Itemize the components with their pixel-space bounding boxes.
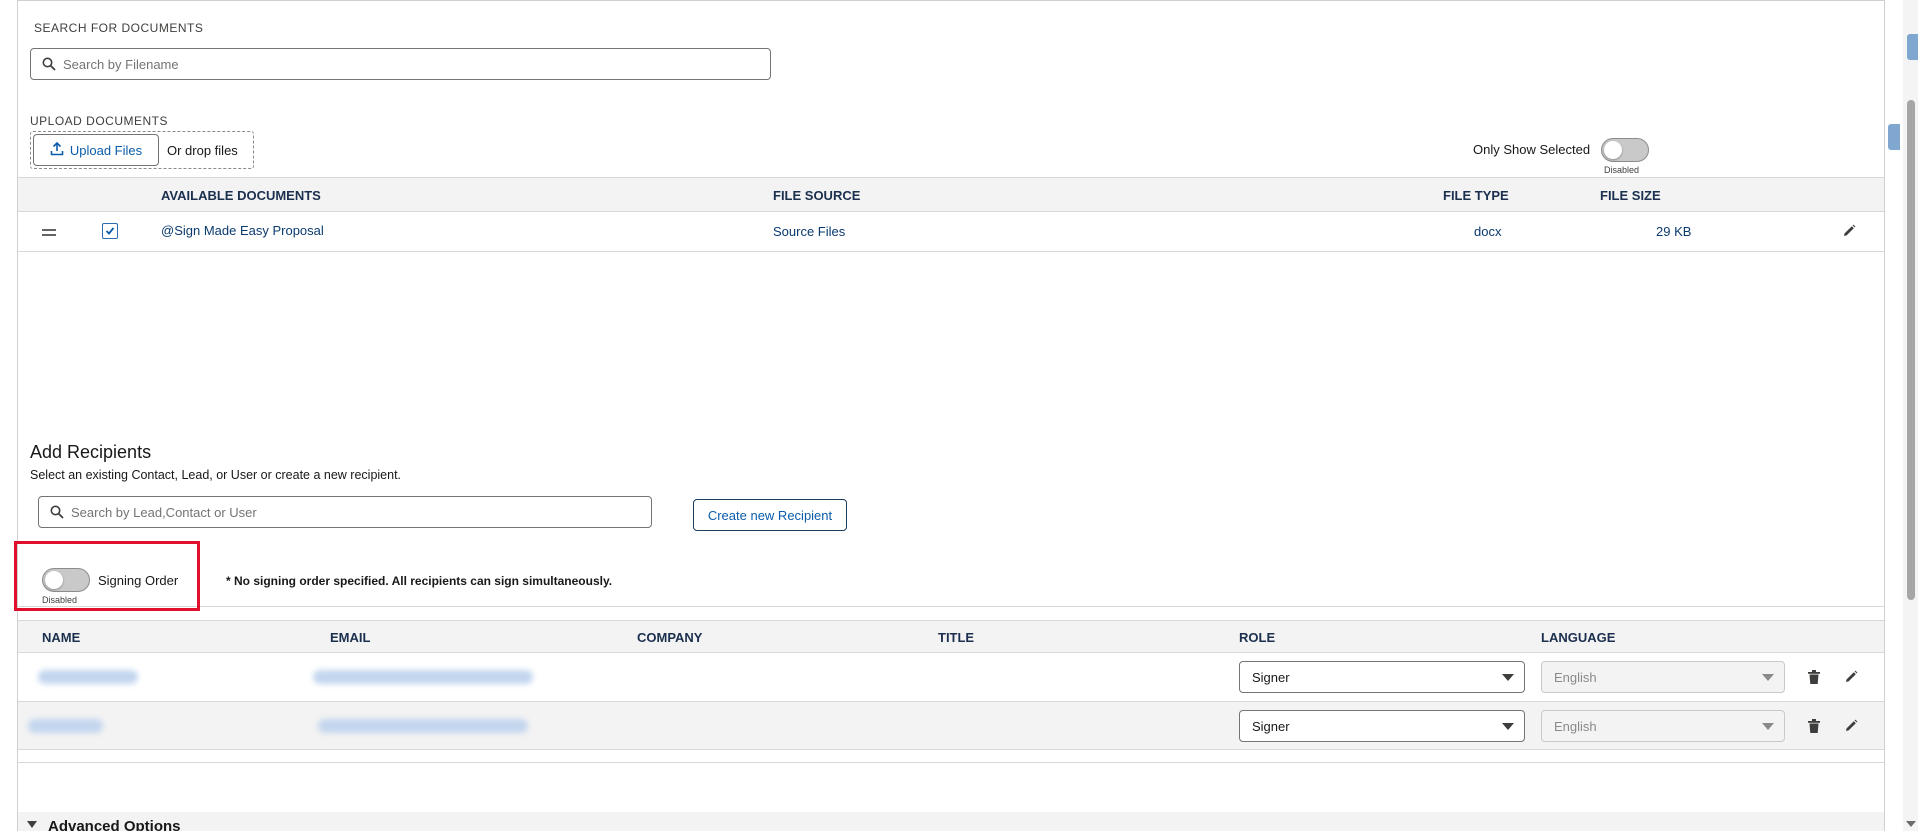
upload-documents-label: UPLOAD DOCUMENTS <box>30 114 169 128</box>
col-available-documents: AVAILABLE DOCUMENTS <box>161 188 321 203</box>
search-icon <box>42 57 56 71</box>
document-size: 29 KB <box>1656 224 1692 239</box>
search-documents-label: SEARCH FOR DOCUMENTS <box>34 21 204 35</box>
col-title: TITLE <box>938 630 975 645</box>
recipient-name-redacted <box>38 670 138 684</box>
add-recipients-title: Add Recipients <box>30 442 152 462</box>
chevron-down-icon <box>1502 674 1514 681</box>
chevron-down-icon <box>1502 723 1514 730</box>
chevron-down-icon <box>1762 674 1774 681</box>
divider <box>18 762 1884 763</box>
role-select[interactable]: Signer <box>1239 710 1525 742</box>
table-row[interactable]: Signer English <box>18 702 1884 750</box>
edit-document-icon[interactable] <box>1842 224 1856 241</box>
drop-files-text: Or drop files <box>167 143 238 158</box>
add-recipients-subtitle: Select an existing Contact, Lead, or Use… <box>30 468 402 482</box>
checkmark-icon <box>105 227 115 235</box>
col-file-type: FILE TYPE <box>1443 188 1509 203</box>
collapse-tab[interactable] <box>1907 34 1918 60</box>
only-show-selected-state: Disabled <box>1604 165 1640 175</box>
recipient-email-redacted <box>313 670 533 684</box>
col-company: COMPANY <box>637 630 703 645</box>
language-select: English <box>1541 661 1785 693</box>
delete-icon[interactable] <box>1808 670 1820 687</box>
upload-icon <box>50 141 64 159</box>
col-language: LANGUAGE <box>1541 630 1616 645</box>
signing-order-highlight <box>14 541 200 611</box>
only-show-selected-toggle[interactable] <box>1601 138 1649 162</box>
recipient-search-input[interactable] <box>71 497 643 527</box>
role-value: Signer <box>1252 670 1290 685</box>
chevron-down-icon <box>1762 723 1774 730</box>
edit-icon[interactable] <box>1844 719 1858 736</box>
col-file-source: FILE SOURCE <box>773 188 861 203</box>
upload-files-button[interactable]: Upload Files <box>33 134 159 166</box>
language-select: English <box>1541 710 1785 742</box>
document-checkbox[interactable] <box>102 223 118 239</box>
scrollbar-thumb[interactable] <box>1907 100 1915 600</box>
scrollbar[interactable] <box>1903 0 1918 831</box>
documents-table-header: AVAILABLE DOCUMENTS FILE SOURCE FILE TYP… <box>18 177 1884 212</box>
search-icon <box>50 505 64 519</box>
chevron-down-icon <box>27 821 37 828</box>
delete-icon[interactable] <box>1808 719 1820 736</box>
col-role: ROLE <box>1239 630 1276 645</box>
col-file-size: FILE SIZE <box>1600 188 1661 203</box>
role-value: Signer <box>1252 719 1290 734</box>
recipient-name-redacted <box>28 719 103 733</box>
document-search-input[interactable] <box>63 49 762 79</box>
side-panel-tab[interactable] <box>1888 124 1900 150</box>
col-name: NAME <box>42 630 81 645</box>
scroll-down-icon[interactable] <box>1906 821 1916 827</box>
recipient-search-field[interactable] <box>38 496 652 528</box>
create-new-recipient-button[interactable]: Create new Recipient <box>693 499 847 531</box>
edit-icon[interactable] <box>1844 670 1858 687</box>
advanced-options-label: Advanced Options <box>48 818 181 831</box>
table-row[interactable]: @Sign Made Easy Proposal Source Files do… <box>18 212 1884 252</box>
only-show-selected-label: Only Show Selected <box>1473 142 1591 157</box>
col-email: EMAIL <box>330 630 371 645</box>
signing-order-note: * No signing order specified. All recipi… <box>226 574 613 588</box>
document-source: Source Files <box>773 224 846 239</box>
role-select[interactable]: Signer <box>1239 661 1525 693</box>
recipient-email-redacted <box>318 719 528 733</box>
main-panel: SEARCH FOR DOCUMENTS UPLOAD DOCUMENTS Up… <box>17 0 1885 831</box>
language-value: English <box>1554 719 1597 734</box>
document-search-field[interactable] <box>30 48 771 80</box>
advanced-options-header[interactable]: Advanced Options <box>18 812 1884 831</box>
drag-handle-icon[interactable] <box>42 225 56 240</box>
recipients-table-header: NAME EMAIL COMPANY TITLE ROLE LANGUAGE <box>18 620 1884 653</box>
document-type: docx <box>1474 224 1502 239</box>
language-value: English <box>1554 670 1597 685</box>
table-row[interactable]: Signer English <box>18 653 1884 702</box>
document-name-link[interactable]: @Sign Made Easy Proposal <box>161 223 324 238</box>
upload-files-label: Upload Files <box>69 142 143 158</box>
